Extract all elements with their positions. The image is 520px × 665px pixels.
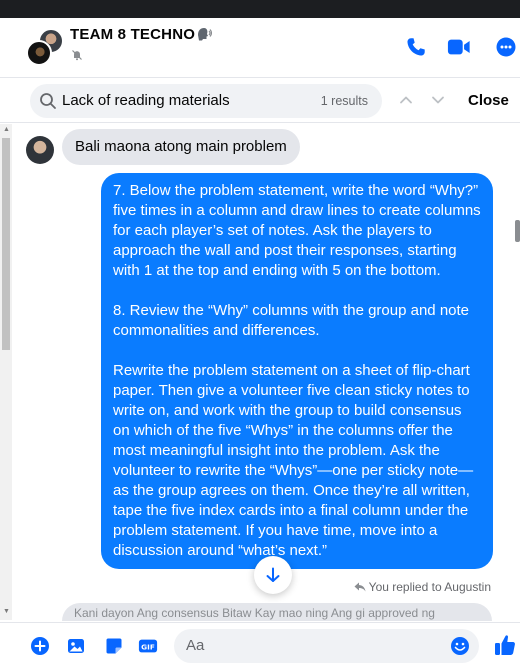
search-query: Lack of reading materials <box>62 92 230 109</box>
outgoing-message[interactable]: 7. Below the problem statement, write th… <box>101 173 493 569</box>
muted-bell-icon <box>72 50 82 61</box>
window-top-strip <box>0 0 520 18</box>
group-avatar[interactable] <box>26 28 66 68</box>
incoming-message[interactable]: Bali maona atong main problem <box>62 129 300 165</box>
incoming-message-partial[interactable]: Kani dayon Ang consensus Bitaw Kay mao n… <box>62 603 492 621</box>
more-icon <box>496 37 516 57</box>
gif-icon: GIF <box>138 639 158 653</box>
scrollbar-thumb[interactable] <box>2 138 10 350</box>
message-composer: GIF Aa <box>0 622 520 665</box>
call-button[interactable] <box>404 35 428 59</box>
message-input[interactable]: Aa <box>174 629 479 663</box>
in-chat-search-bar: Lack of reading materials 1 results Clos… <box>0 79 520 123</box>
more-options-button[interactable] <box>494 35 518 59</box>
plus-circle-icon <box>31 637 49 655</box>
partial-message-text: Kani dayon Ang consensus Bitaw Kay mao n… <box>74 606 435 620</box>
reply-indicator-text: You replied to Augustin <box>368 580 491 594</box>
video-camera-icon <box>447 39 470 55</box>
scroll-up-arrow-icon[interactable]: ▲ <box>3 126 10 133</box>
image-icon <box>68 639 84 653</box>
scrollbar-thumb[interactable] <box>515 220 520 242</box>
scroll-to-bottom-button[interactable] <box>254 556 292 594</box>
emoji-icon[interactable] <box>450 636 470 656</box>
more-actions-button[interactable] <box>30 636 50 656</box>
reply-indicator: You replied to Augustin <box>354 580 491 594</box>
message-list-scrollbar[interactable] <box>510 124 520 620</box>
chat-title-text: TEAM 8 TECHNO <box>70 26 196 43</box>
previous-result-icon[interactable] <box>398 92 414 108</box>
phone-icon <box>407 38 425 56</box>
video-call-button[interactable] <box>447 35 471 59</box>
message-input-placeholder: Aa <box>186 637 205 654</box>
avatar <box>26 40 52 66</box>
search-result-count: 1 results <box>320 94 368 108</box>
chat-header: TEAM 8 TECHNO <box>0 18 520 78</box>
thumbs-up-icon[interactable] <box>494 633 516 657</box>
gif-button[interactable]: GIF <box>138 636 158 656</box>
close-search-button[interactable]: Close <box>468 92 509 109</box>
next-result-icon[interactable] <box>430 92 446 108</box>
search-input[interactable]: Lack of reading materials 1 results <box>30 84 382 118</box>
speaking-head-emoji <box>198 28 213 41</box>
scroll-down-arrow-icon[interactable]: ▼ <box>3 608 10 615</box>
chat-title[interactable]: TEAM 8 TECHNO <box>70 26 213 43</box>
svg-text:GIF: GIF <box>141 642 155 651</box>
reply-icon <box>354 582 366 592</box>
attach-photo-button[interactable] <box>66 636 86 656</box>
search-icon <box>40 93 56 109</box>
sticker-button[interactable] <box>104 636 124 656</box>
page-scrollbar[interactable]: ▲ ▼ <box>0 124 12 620</box>
arrow-down-icon <box>266 567 280 582</box>
sticker-icon <box>106 638 122 654</box>
sender-avatar[interactable] <box>26 136 54 164</box>
